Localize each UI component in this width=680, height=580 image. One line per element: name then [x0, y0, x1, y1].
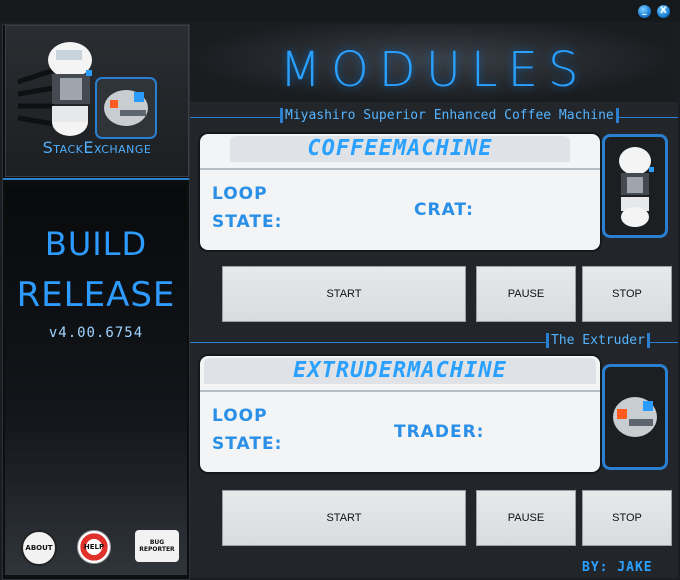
coffee-machine-icon: [619, 147, 654, 227]
module-1-panel: COFFEEMACHINE LOOP STATE: CRAT:: [200, 134, 600, 250]
sidebar-divider: [3, 178, 189, 180]
module-2-separator: [200, 390, 600, 392]
module-2-state-label: STATE:: [212, 434, 283, 454]
about-label: ABOUT: [25, 544, 53, 552]
module-2-loop-label: LOOP: [212, 406, 268, 426]
sidebar: StackExchange BUILD RELEASE v4.00.6754 A…: [2, 24, 190, 580]
module-1-crat-label: CRAT:: [414, 200, 474, 220]
build-line-2: RELEASE: [16, 275, 176, 315]
help-label: HELP: [83, 543, 105, 551]
title-bar: _ X: [0, 0, 680, 22]
stack-lines-icon: [17, 67, 55, 127]
module-1-name: COFFEEMACHINE: [230, 136, 570, 162]
module-2-thumbnail: [602, 364, 668, 470]
bug-reporter-icon[interactable]: BUG REPORTER: [135, 530, 179, 562]
module-1-start-button[interactable]: START: [222, 266, 466, 322]
help-icon[interactable]: HELP: [77, 530, 111, 564]
build-info-panel: BUILD RELEASE v4.00.6754: [5, 185, 187, 575]
module-1-tag: Miyashiro Superior Enhanced Coffee Machi…: [280, 108, 619, 123]
close-button[interactable]: X: [657, 5, 670, 18]
bug-reporter-label: BUG REPORTER: [139, 539, 175, 553]
app-window: _ X StackExchange BUILD RELEASE v4.00.67…: [0, 0, 680, 580]
version-label: v4.00.6754: [48, 325, 144, 341]
module-2-tag: The Extruder: [546, 333, 650, 348]
page-title: MODULES: [279, 42, 589, 98]
module-1-loop-label: LOOP: [212, 184, 268, 204]
logo-panel: StackExchange: [5, 25, 189, 177]
module-2-stop-button[interactable]: STOP: [582, 490, 672, 546]
module-2-trader-label: TRADER:: [394, 422, 485, 442]
extruder-icon: [613, 397, 657, 437]
module-1-separator: [200, 168, 600, 170]
module-2-name: EXTRUDERMACHINE: [204, 358, 596, 384]
build-line-1: BUILD: [44, 225, 148, 263]
author-credit: BY: JAKE: [582, 560, 653, 575]
minimize-button[interactable]: _: [638, 5, 651, 18]
module-2-start-button[interactable]: START: [222, 490, 466, 546]
main-panel: MODULES Miyashiro Superior Enhanced Coff…: [190, 24, 678, 578]
about-icon[interactable]: ABOUT: [21, 530, 57, 566]
module-1-stop-button[interactable]: STOP: [582, 266, 672, 322]
coffee-machine-icon: [48, 42, 92, 136]
module-2-panel: EXTRUDERMACHINE LOOP STATE: TRADER:: [200, 356, 600, 472]
extruder-icon: [95, 77, 157, 139]
header: MODULES: [190, 24, 678, 102]
module-2-pause-button[interactable]: PAUSE: [476, 490, 576, 546]
logo-text: StackExchange: [42, 138, 152, 157]
module-1-state-label: STATE:: [212, 212, 283, 232]
module-1-pause-button[interactable]: PAUSE: [476, 266, 576, 322]
module-1-thumbnail: [602, 134, 668, 238]
sidebar-tools: ABOUT HELP BUG REPORTER: [3, 530, 185, 570]
logo-graphic: [17, 42, 157, 139]
